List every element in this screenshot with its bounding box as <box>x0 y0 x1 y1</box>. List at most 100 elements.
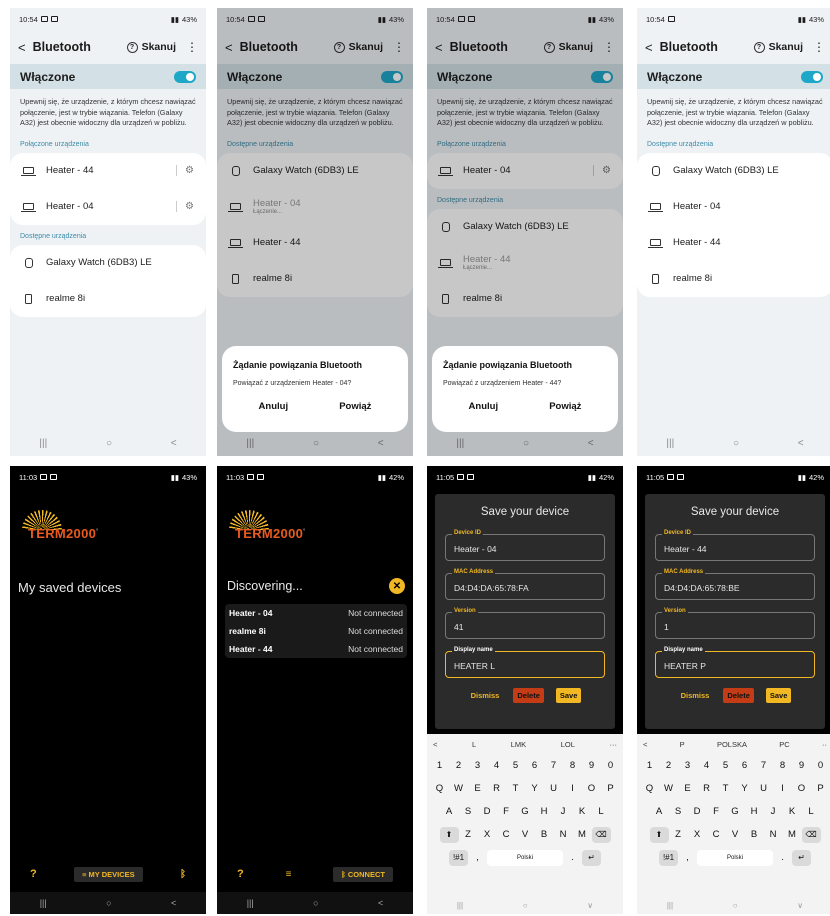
scan-button[interactable]: ? Skanuj <box>126 41 176 53</box>
symbols-key[interactable]: !#1 <box>449 849 468 866</box>
back-nav-icon[interactable]: < <box>378 438 384 449</box>
help-button[interactable]: ? <box>30 868 37 880</box>
list-item[interactable]: Heater - 04 ⚙ <box>427 153 623 189</box>
bluetooth-toggle[interactable] <box>174 70 196 83</box>
key[interactable]: U <box>544 783 563 794</box>
device-id-field[interactable]: Device ID Heater - 44 <box>655 530 815 561</box>
key[interactable]: K <box>573 806 592 817</box>
shift-icon[interactable]: ⬆ <box>649 826 669 843</box>
key[interactable]: 8 <box>563 760 582 771</box>
key[interactable]: J <box>554 806 573 817</box>
more-icon[interactable]: ··· <box>609 740 617 749</box>
enter-icon[interactable]: ↵ <box>792 849 811 866</box>
list-item[interactable]: Heater - 04 <box>637 189 830 225</box>
key[interactable]: O <box>792 783 811 794</box>
hide-keyboard-icon[interactable]: ∨ <box>587 901 593 910</box>
key[interactable]: S <box>669 806 688 817</box>
help-icon[interactable]: ? <box>333 41 345 53</box>
comma-key[interactable]: , <box>678 852 697 863</box>
back-nav-icon[interactable]: < <box>171 898 176 908</box>
suggestion[interactable]: L <box>472 740 476 749</box>
period-key[interactable]: . <box>773 852 792 863</box>
list-item[interactable]: Galaxy Watch (6DB3) LE <box>427 209 623 245</box>
list-icon[interactable]: ≡ <box>286 869 292 880</box>
key[interactable]: 7 <box>754 760 773 771</box>
key[interactable]: J <box>764 806 783 817</box>
recents-icon[interactable]: ||| <box>457 901 463 910</box>
key[interactable]: B <box>745 829 764 840</box>
help-icon[interactable]: ? <box>543 41 555 53</box>
help-button[interactable]: ? <box>237 868 244 880</box>
list-item[interactable]: Galaxy Watch (6DB3) LE <box>637 153 830 189</box>
key[interactable]: D <box>688 806 707 817</box>
key[interactable]: I <box>563 783 582 794</box>
key[interactable]: A <box>650 806 669 817</box>
key[interactable]: 9 <box>582 760 601 771</box>
settings-gear-icon[interactable]: ⚙ <box>593 165 611 177</box>
key[interactable]: Q <box>640 783 659 794</box>
symbols-key[interactable]: !#1 <box>659 849 678 866</box>
key[interactable]: T <box>506 783 525 794</box>
key[interactable]: W <box>659 783 678 794</box>
bluetooth-toggle-row[interactable]: Włączone <box>427 64 623 89</box>
key[interactable]: L <box>592 806 611 817</box>
mac-address-field[interactable]: MAC Address D4:D4:DA:65:78:FA <box>445 569 605 600</box>
key[interactable]: M <box>783 829 802 840</box>
key[interactable]: K <box>783 806 802 817</box>
bluetooth-toggle-row[interactable]: Włączone <box>10 64 206 89</box>
key[interactable]: 4 <box>487 760 506 771</box>
recents-icon[interactable]: ||| <box>667 901 673 910</box>
list-item[interactable]: Heater - 04 Łączenie... <box>217 189 413 225</box>
back-nav-icon[interactable]: < <box>798 438 804 449</box>
suggestion[interactable]: POLSKA <box>717 740 747 749</box>
key[interactable]: H <box>745 806 764 817</box>
key[interactable]: Q <box>430 783 449 794</box>
key[interactable]: Y <box>525 783 544 794</box>
suggestion[interactable]: P <box>680 740 685 749</box>
recents-icon[interactable]: ||| <box>456 438 464 449</box>
list-item[interactable]: Heater - 44 ⚙ <box>10 153 206 189</box>
list-item[interactable]: Galaxy Watch (6DB3) LE <box>217 153 413 189</box>
stop-scan-icon[interactable]: ✕ <box>389 578 405 594</box>
bluetooth-toggle[interactable] <box>381 70 403 83</box>
key[interactable]: 7 <box>544 760 563 771</box>
home-icon[interactable]: ○ <box>313 898 318 908</box>
key[interactable]: 8 <box>773 760 792 771</box>
back-nav-icon[interactable]: < <box>171 438 177 449</box>
bluetooth-toggle-row[interactable]: Włączone <box>217 64 413 89</box>
key[interactable]: 0 <box>601 760 620 771</box>
key[interactable]: F <box>707 806 726 817</box>
backspace-icon[interactable]: ⌫ <box>591 826 611 843</box>
delete-button[interactable]: Delete <box>723 688 754 703</box>
key[interactable]: X <box>478 829 497 840</box>
key[interactable]: N <box>764 829 783 840</box>
list-item[interactable]: Heater - 44 <box>217 225 413 261</box>
bluetooth-toggle[interactable] <box>801 70 823 83</box>
bluetooth-toggle[interactable] <box>591 70 613 83</box>
save-button[interactable]: Save <box>765 688 792 703</box>
key[interactable]: P <box>811 783 830 794</box>
display-name-field[interactable]: Display name HEATER P <box>655 647 815 678</box>
backspace-icon[interactable]: ⌫ <box>801 826 821 843</box>
more-options-icon[interactable]: ⋮ <box>813 40 825 54</box>
home-icon[interactable]: ○ <box>523 901 528 910</box>
more-options-icon[interactable]: ⋮ <box>603 40 615 54</box>
key[interactable]: 6 <box>735 760 754 771</box>
key[interactable]: 5 <box>506 760 525 771</box>
key[interactable]: 2 <box>659 760 678 771</box>
version-field[interactable]: Version 1 <box>655 608 815 639</box>
hide-keyboard-icon[interactable]: ∨ <box>797 901 803 910</box>
bluetooth-toggle-row[interactable]: Włączone <box>637 64 830 89</box>
cancel-button[interactable]: Anuluj <box>469 401 499 412</box>
key[interactable]: 9 <box>792 760 811 771</box>
more-options-icon[interactable]: ⋮ <box>186 40 198 54</box>
chevron-left-icon[interactable]: < <box>433 740 437 749</box>
settings-gear-icon[interactable]: ⚙ <box>176 165 194 177</box>
chevron-left-icon[interactable]: < <box>643 740 647 749</box>
key[interactable]: H <box>535 806 554 817</box>
key[interactable]: Z <box>669 829 688 840</box>
recents-icon[interactable]: ||| <box>39 438 47 449</box>
home-icon[interactable]: ○ <box>106 898 111 908</box>
key[interactable]: C <box>497 829 516 840</box>
home-icon[interactable]: ○ <box>733 438 739 449</box>
